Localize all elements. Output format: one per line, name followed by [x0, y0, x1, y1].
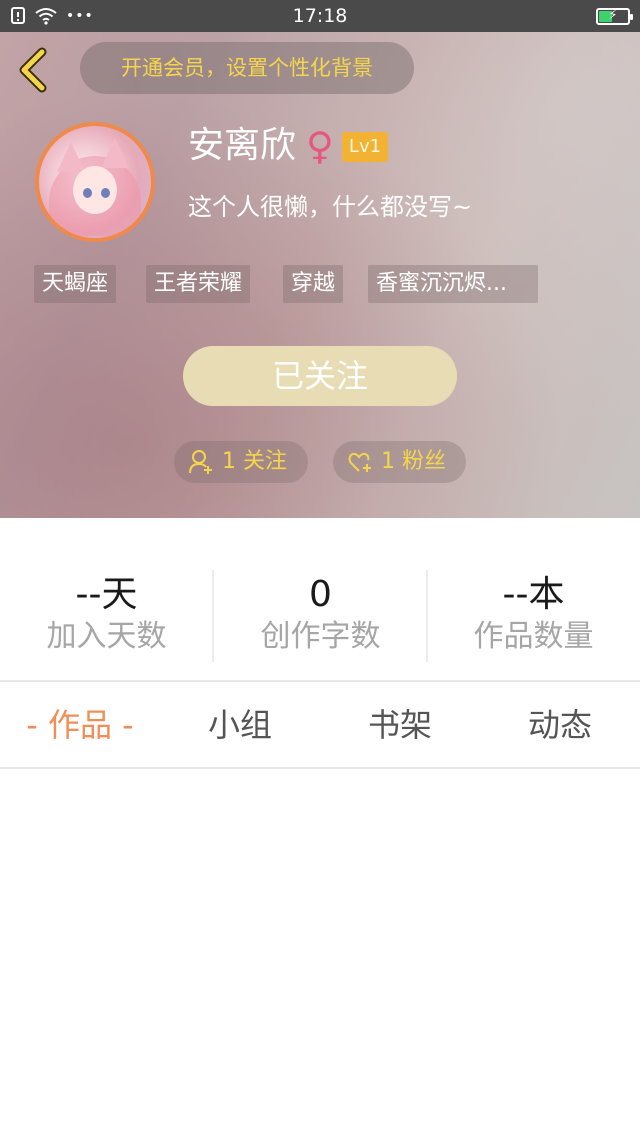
tag-item[interactable]: 穿越: [283, 265, 344, 303]
stat-word-count: 0 创作字数: [214, 573, 427, 657]
heart-plus-icon: [348, 452, 371, 472]
stat-value: --天: [75, 574, 138, 615]
tag-item[interactable]: 香蜜沉沉烬...: [368, 265, 538, 303]
following-label: 1 关注: [222, 449, 287, 474]
user-bio: 这个人很懒，什么都没写~: [188, 193, 473, 221]
tab-activity[interactable]: 动态: [480, 682, 640, 768]
profile-screen: ••• 17:18 ⚡ 开通会员，设置个性化背景 安离欣 ♀ Lv1 这个人很懒…: [0, 0, 640, 1138]
stat-join-days: --天 加入天数: [0, 573, 213, 657]
stat-works-count: --本 作品数量: [427, 573, 640, 657]
stat-label: 加入天数: [46, 619, 167, 654]
tab-bookshelf[interactable]: 书架: [320, 682, 480, 768]
tag-item[interactable]: 王者荣耀: [146, 265, 251, 303]
status-bar: ••• 17:18 ⚡: [0, 0, 640, 32]
followers-label: 1 粉丝: [381, 449, 446, 474]
stat-label: 创作字数: [260, 619, 381, 654]
person-add-icon: [189, 450, 212, 474]
divider: [0, 767, 640, 769]
status-time: 17:18: [292, 5, 348, 27]
back-button[interactable]: [14, 46, 54, 94]
stat-value: 0: [309, 574, 332, 615]
avatar[interactable]: [35, 122, 155, 242]
level-badge: Lv1: [342, 132, 388, 162]
profile-header: 开通会员，设置个性化背景 安离欣 ♀ Lv1 这个人很懒，什么都没写~ 天蝎座 …: [0, 32, 640, 518]
female-icon: ♀: [306, 124, 334, 168]
battery-icon: ⚡: [596, 8, 633, 25]
stat-value: --本: [502, 574, 565, 615]
chevron-left-icon: [19, 47, 47, 93]
followers-button[interactable]: 1 粉丝: [333, 441, 466, 483]
follow-button[interactable]: 已关注: [183, 346, 457, 406]
tab-bar: - 作品 - 小组 书架 动态: [0, 682, 640, 768]
following-button[interactable]: 1 关注: [174, 441, 308, 483]
tab-works[interactable]: - 作品 -: [0, 682, 160, 768]
username: 安离欣: [188, 125, 297, 166]
stats-row: --天 加入天数 0 创作字数 --本 作品数量: [0, 518, 640, 680]
works-content-area: [0, 770, 640, 1138]
tab-groups[interactable]: 小组: [160, 682, 320, 768]
charging-bolt-icon: ⚡: [608, 8, 618, 23]
member-promo-button[interactable]: 开通会员，设置个性化背景: [80, 42, 414, 94]
stat-label: 作品数量: [473, 619, 594, 654]
tag-item[interactable]: 天蝎座: [34, 265, 117, 303]
